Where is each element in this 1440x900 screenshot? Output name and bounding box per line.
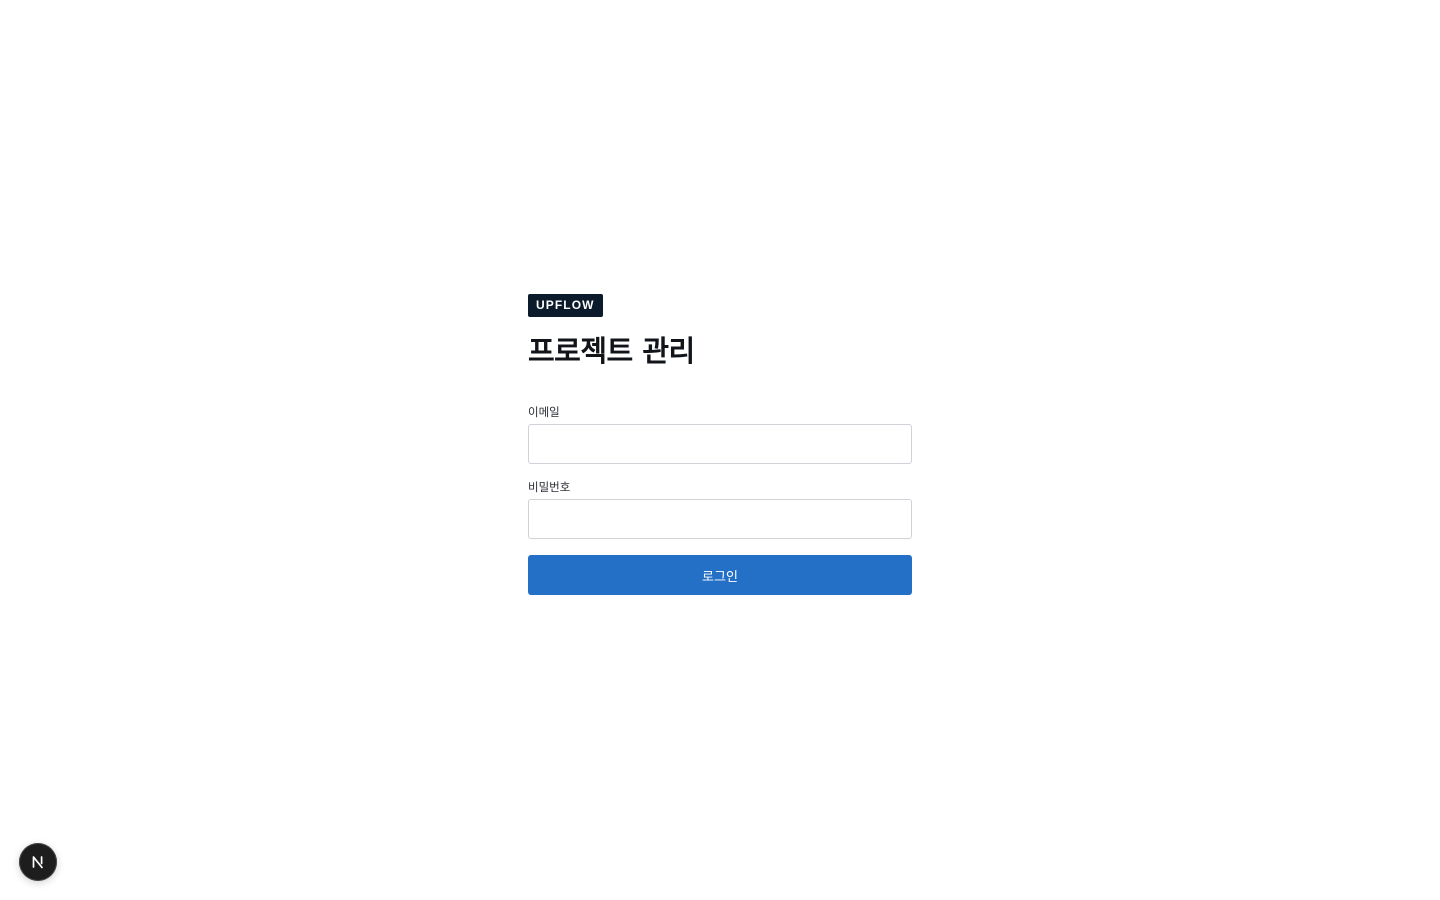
nextjs-logo-icon [32,856,43,869]
password-field-group: 비밀번호 [528,480,912,539]
page-title: 프로젝트 관리 [528,334,695,368]
login-page: UPFLOW 프로젝트 관리 이메일 비밀번호 로그인 [0,0,1440,900]
email-input[interactable] [528,424,912,464]
password-input[interactable] [528,499,912,539]
brand-badge: UPFLOW [528,294,603,317]
password-label: 비밀번호 [528,480,571,494]
nextjs-dev-indicator-button[interactable] [19,843,57,881]
email-field-group: 이메일 [528,405,912,464]
login-button[interactable]: 로그인 [528,555,912,595]
email-label: 이메일 [528,405,560,419]
login-card: UPFLOW 프로젝트 관리 이메일 비밀번호 로그인 [528,294,912,595]
